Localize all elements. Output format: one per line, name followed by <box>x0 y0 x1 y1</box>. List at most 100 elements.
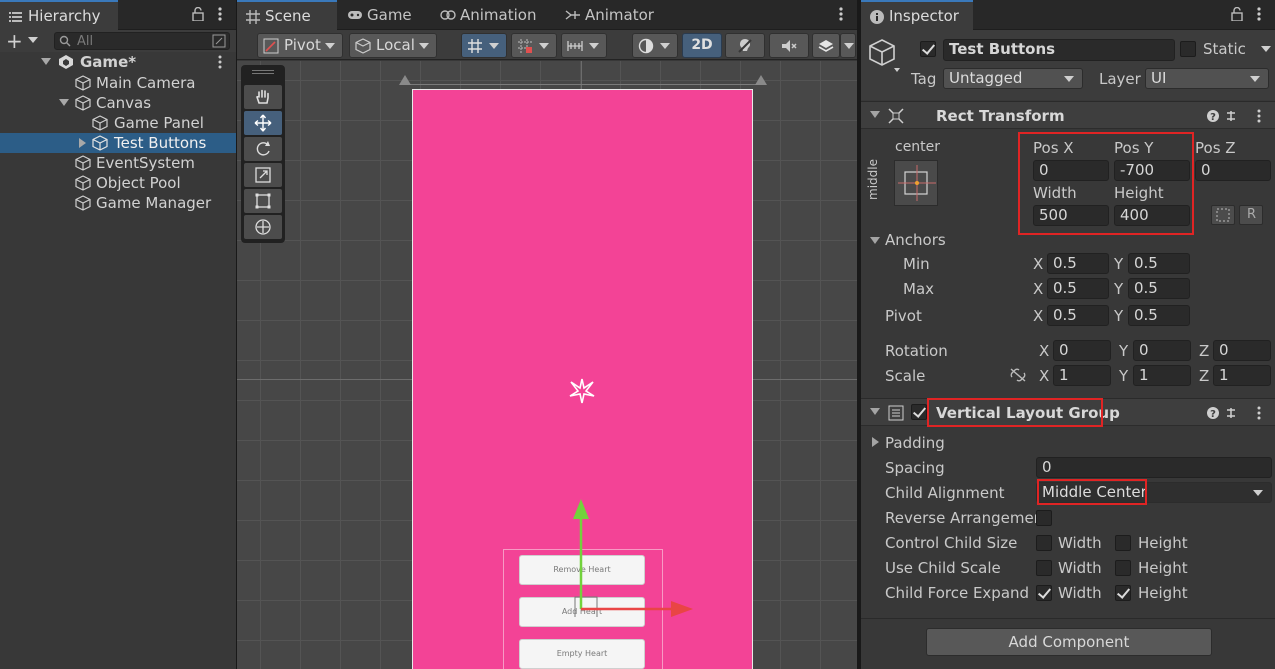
hierarchy-item-game-panel[interactable]: Game Panel <box>0 113 236 133</box>
scene-ruler-button[interactable] <box>561 33 607 58</box>
collapse-arrow-icon[interactable] <box>79 138 86 148</box>
scale-icon <box>255 167 271 183</box>
kebab-menu-icon[interactable] <box>1253 5 1265 23</box>
hierarchy-item-game-manager[interactable]: Game Manager <box>0 193 236 213</box>
scale-tool[interactable] <box>244 163 282 187</box>
mode-2d-toggle[interactable]: 2D <box>682 33 722 58</box>
tab-hierarchy[interactable]: Hierarchy <box>0 0 118 30</box>
raw-edit-button[interactable]: R <box>1239 205 1263 225</box>
lightbulb-icon <box>738 39 752 53</box>
hierarchy-item-main-camera[interactable]: Main Camera <box>0 73 236 93</box>
increment-snap-button[interactable] <box>511 33 557 58</box>
pos-z-field[interactable]: 0 <box>1195 160 1271 181</box>
rotation-z-field[interactable]: 0 <box>1213 340 1271 361</box>
lock-icon[interactable] <box>1231 7 1243 21</box>
move-tool[interactable] <box>244 111 282 135</box>
rotation-y-field[interactable]: 0 <box>1133 340 1191 361</box>
control-child-size-width-checkbox[interactable] <box>1036 535 1052 551</box>
blueprint-mode-button[interactable] <box>1211 205 1235 225</box>
hierarchy-item-object-pool[interactable]: Object Pool <box>0 173 236 193</box>
anchor-max-y-field[interactable]: 0.5 <box>1128 278 1190 299</box>
active-checkbox[interactable] <box>920 41 936 57</box>
reverse-arrangement-checkbox[interactable] <box>1036 510 1052 526</box>
scale-z-field[interactable]: 1 <box>1213 365 1271 386</box>
rotation-x-field[interactable]: 0 <box>1053 340 1111 361</box>
tag-dropdown[interactable]: Untagged <box>943 68 1083 89</box>
scale-label: Scale <box>885 367 926 385</box>
tab-game[interactable]: Game <box>339 0 429 30</box>
local-dropdown[interactable]: Local <box>349 33 437 58</box>
anchors-fold-icon[interactable] <box>870 237 880 244</box>
pivot-y-field[interactable]: 0.5 <box>1128 305 1190 326</box>
object-name-field[interactable]: Test Buttons <box>943 39 1175 61</box>
move-gizmo-icon[interactable] <box>567 497 697 617</box>
unlinked-chain-icon[interactable] <box>1009 367 1027 383</box>
hierarchy-item-test-buttons[interactable]: Test Buttons <box>0 133 236 153</box>
anchor-max-x-field[interactable]: 0.5 <box>1047 278 1109 299</box>
expand-arrow-icon[interactable] <box>59 99 69 106</box>
anchor-pivot-icon[interactable] <box>567 376 597 406</box>
kebab-menu-icon[interactable] <box>835 5 847 23</box>
lighting-toggle[interactable] <box>725 33 765 58</box>
scale-y-field[interactable]: 1 <box>1133 365 1191 386</box>
pivot-dropdown[interactable]: Pivot <box>257 33 343 58</box>
empty-heart-button[interactable]: Empty Heart <box>519 639 645 669</box>
audio-toggle[interactable] <box>769 33 809 58</box>
add-component-button[interactable]: Add Component <box>926 628 1212 656</box>
tab-scene[interactable]: Scene <box>237 0 337 30</box>
control-child-size-height-checkbox[interactable] <box>1115 535 1131 551</box>
scene-viewport[interactable]: Remove Heart Add Heart Empty Heart <box>237 61 857 669</box>
animation-icon <box>440 10 456 20</box>
anchor-handle-left-icon[interactable] <box>399 75 411 85</box>
grid-snapping-button[interactable] <box>461 33 507 58</box>
kebab-menu-icon[interactable] <box>214 5 226 23</box>
vertical-layout-enabled-checkbox[interactable] <box>911 404 927 420</box>
kebab-menu-icon[interactable] <box>214 54 226 70</box>
layer-dropdown[interactable]: UI <box>1145 68 1269 89</box>
grid-icon <box>246 10 260 24</box>
scale-x-field[interactable]: 1 <box>1053 365 1111 386</box>
static-checkbox[interactable] <box>1180 41 1196 57</box>
transform-tool[interactable] <box>244 215 282 239</box>
hierarchy-item-canvas[interactable]: Canvas <box>0 93 236 113</box>
tab-animation[interactable]: Animation <box>432 0 554 30</box>
anchor-preset-icon <box>898 165 936 201</box>
rotate-tool[interactable] <box>244 137 282 161</box>
collapse-arrow-icon[interactable] <box>870 408 880 415</box>
search-options-icon[interactable] <box>212 34 226 48</box>
use-child-scale-width-checkbox[interactable] <box>1036 560 1052 576</box>
gameobject-cube-icon[interactable] <box>869 38 901 72</box>
tab-inspector[interactable]: Inspector <box>861 0 973 30</box>
anchor-min-y-field[interactable]: 0.5 <box>1128 253 1190 274</box>
padding-expand-icon[interactable] <box>872 437 879 447</box>
anchor-handle-right-icon[interactable] <box>755 75 767 85</box>
tab-animator[interactable]: Animator <box>557 0 677 30</box>
static-dropdown-caret-icon[interactable] <box>1261 46 1271 52</box>
add-icon[interactable]: + <box>6 31 23 51</box>
add-dropdown-caret-icon[interactable] <box>28 37 38 43</box>
drag-grip-icon[interactable] <box>252 70 274 71</box>
rect-tool[interactable] <box>244 189 282 213</box>
hierarchy-search[interactable] <box>54 32 230 50</box>
lock-icon[interactable] <box>192 7 204 21</box>
gameobject-icon <box>75 175 91 191</box>
rect-transform-header[interactable]: Rect Transform ? <box>861 101 1275 129</box>
child-force-expand-height-checkbox[interactable] <box>1115 585 1131 601</box>
hierarchy-item-eventsystem[interactable]: EventSystem <box>0 153 236 173</box>
hierarchy-search-input[interactable] <box>77 34 197 48</box>
min-x-axis-label: X <box>1033 255 1044 273</box>
hierarchy-item-game-scene[interactable]: Game* <box>0 52 236 72</box>
shading-mode-dropdown[interactable] <box>632 33 678 58</box>
expand-arrow-icon[interactable] <box>41 58 51 65</box>
effects-dropdown[interactable] <box>840 33 856 58</box>
chevron-down-icon <box>844 43 854 49</box>
anchor-min-x-field[interactable]: 0.5 <box>1047 253 1109 274</box>
hand-tool[interactable] <box>244 85 282 109</box>
pivot-x-field[interactable]: 0.5 <box>1047 305 1109 326</box>
anchor-presets-button[interactable] <box>894 160 938 206</box>
effects-toggle[interactable] <box>812 33 840 58</box>
collapse-arrow-icon[interactable] <box>870 111 880 118</box>
child-force-expand-width-checkbox[interactable] <box>1036 585 1052 601</box>
use-child-scale-height-checkbox[interactable] <box>1115 560 1131 576</box>
spacing-field[interactable]: 0 <box>1036 457 1272 478</box>
